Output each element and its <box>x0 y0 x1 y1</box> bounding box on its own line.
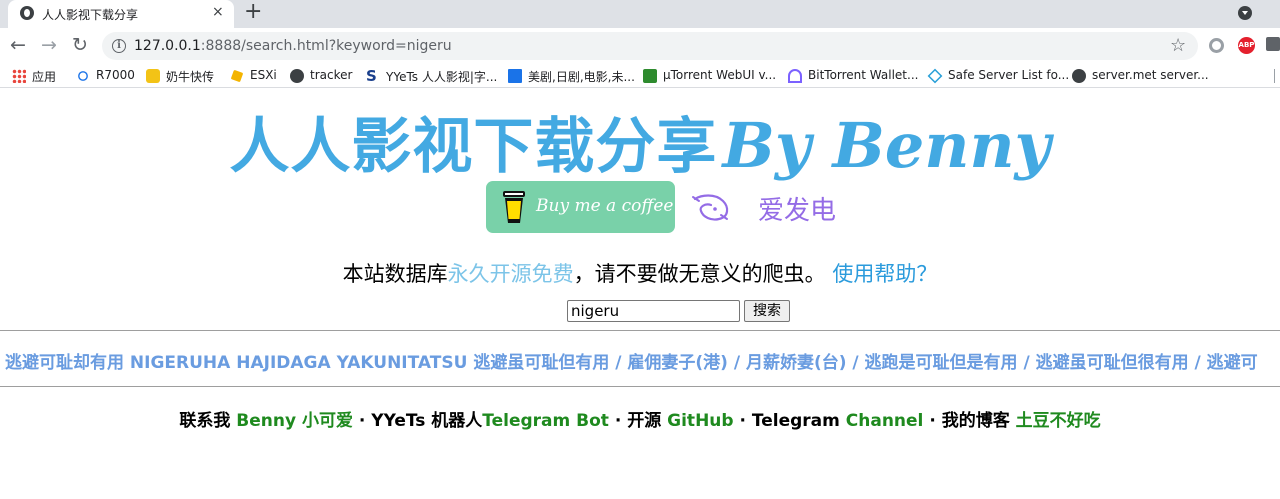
coffee-cup-icon <box>503 191 525 223</box>
bookmark-label: BitTorrent Wallet... <box>808 68 919 82</box>
footer-github-link[interactable]: GitHub <box>667 411 733 431</box>
adblock-icon[interactable]: ABP <box>1238 37 1255 54</box>
tab-title: 人人影视下载分享 <box>42 8 139 22</box>
url-text[interactable]: 127.0.0.1:8888/search.html?keyword=niger… <box>134 38 452 54</box>
footer-separator: · <box>358 411 366 431</box>
chart-icon <box>508 69 522 83</box>
open-source-link[interactable]: 永久开源免费 <box>448 262 574 286</box>
search-result-link[interactable]: 逃避可耻却有用 NIGERUHA HAJIDAGA YAKUNITATSU 逃避… <box>5 348 1258 373</box>
bookmark-label: server.met server... <box>1092 68 1209 82</box>
footer-separator: · <box>614 411 622 431</box>
footer-source-label: 开源 <box>627 411 662 431</box>
title-english: By Benny <box>722 109 1051 182</box>
help-link[interactable]: 使用帮助？ <box>832 262 937 286</box>
search-button[interactable]: 搜索 <box>744 300 790 322</box>
footer-separator: · <box>739 411 746 431</box>
globe-icon <box>1072 69 1086 83</box>
cow-icon <box>146 69 160 83</box>
bookmark-label: R7000 <box>96 68 135 82</box>
bookmark-label: Safe Server List fo... <box>948 68 1070 82</box>
title-chinese: 人人影视下载分享 <box>229 112 718 182</box>
reload-icon[interactable]: ↻ <box>72 34 88 56</box>
browser-tab[interactable]: 人人影视下载分享 × <box>8 0 234 28</box>
footer-blog-link[interactable]: 土豆不好吃 <box>1016 411 1101 431</box>
bookmark-label: 美剧,日剧,电影,未... <box>528 70 635 84</box>
apps-grid-icon <box>12 69 26 83</box>
footer-channel-label: Telegram <box>751 411 840 431</box>
search-input[interactable] <box>567 300 740 322</box>
bookmark-label: 奶牛快传 <box>166 70 215 84</box>
bookmark-label: ESXi <box>250 68 277 82</box>
footer-contact-link[interactable]: Benny 小可爱 <box>236 411 353 431</box>
notice-prefix: 本站数据库 <box>342 262 448 286</box>
afdian-link[interactable]: 爱发电 <box>758 190 836 227</box>
footer-separator: · <box>929 411 936 431</box>
info-icon[interactable]: i <box>112 39 126 53</box>
afdian-logo-icon[interactable] <box>691 191 733 223</box>
browser-toolbar: ← → ↻ i 127.0.0.1:8888/search.html?keywo… <box>0 28 1280 64</box>
s-icon: S <box>366 67 377 85</box>
forward-icon[interactable]: → <box>41 34 57 56</box>
router-icon <box>78 71 88 81</box>
footer-channel-link[interactable]: Channel <box>846 411 924 431</box>
page-title: 人人影视下载分享 By Benny <box>0 98 1280 185</box>
url-path: :8888/search.html?keyword=nigeru <box>200 38 452 54</box>
notice-text: 本站数据库永久开源免费，请不要做无意义的爬虫。 使用帮助？ <box>0 258 1280 288</box>
url-host: 127.0.0.1 <box>134 38 201 54</box>
utorrent-icon <box>643 69 657 83</box>
footer: 联系我 Benny 小可爱 · YYeTs 机器人Telegram Bot · … <box>0 406 1280 431</box>
footer-bot-link[interactable]: Telegram Bot <box>482 411 609 431</box>
address-bar[interactable]: i 127.0.0.1:8888/search.html?keyword=nig… <box>102 32 1198 60</box>
buy-me-a-coffee-button[interactable]: Buy me a coffee <box>486 181 675 233</box>
divider-top <box>0 330 1280 331</box>
back-icon[interactable]: ← <box>10 34 26 56</box>
diamond-icon <box>927 68 943 84</box>
coffee-label: Buy me a coffee <box>536 196 674 216</box>
bookmark-label: 应用 <box>32 70 57 84</box>
globe-icon <box>20 6 34 20</box>
globe-icon <box>290 69 304 83</box>
close-tab-icon[interactable]: × <box>212 4 224 20</box>
bookmark-label: µTorrent WebUI v... <box>663 68 777 82</box>
browser-tabstrip: 人人影视下载分享 × + <box>0 0 1280 28</box>
result-marquee: 逃避可耻却有用 NIGERUHA HAJIDAGA YAKUNITATSU 逃避… <box>0 345 1280 375</box>
puzzle-icon[interactable] <box>1266 37 1280 51</box>
bittorrent-icon <box>788 69 802 83</box>
divider-bottom <box>0 386 1280 387</box>
star-icon[interactable]: ☆ <box>1170 35 1186 56</box>
new-tab-button[interactable]: + <box>244 1 262 23</box>
footer-bot-label: YYeTs 机器人 <box>371 411 483 431</box>
extension-icon[interactable] <box>1209 38 1224 53</box>
bookmarks-bar: 应用 R7000 奶牛快传 ESXi tracker S YYeTs 人人影视|字... 美剧… <box>0 64 1280 88</box>
notice-suffix: ，请不要做无意义的爬虫。 <box>573 262 833 286</box>
esxi-icon <box>230 69 244 83</box>
tab-search-icon[interactable] <box>1238 6 1252 20</box>
footer-blog-label: 我的博客 <box>941 411 1010 431</box>
bookmark-label: tracker <box>310 68 353 82</box>
footer-contact-label: 联系我 <box>179 411 231 431</box>
bookmarks-divider <box>1274 69 1275 83</box>
bookmark-label: YYeTs 人人影视|字... <box>386 70 498 84</box>
